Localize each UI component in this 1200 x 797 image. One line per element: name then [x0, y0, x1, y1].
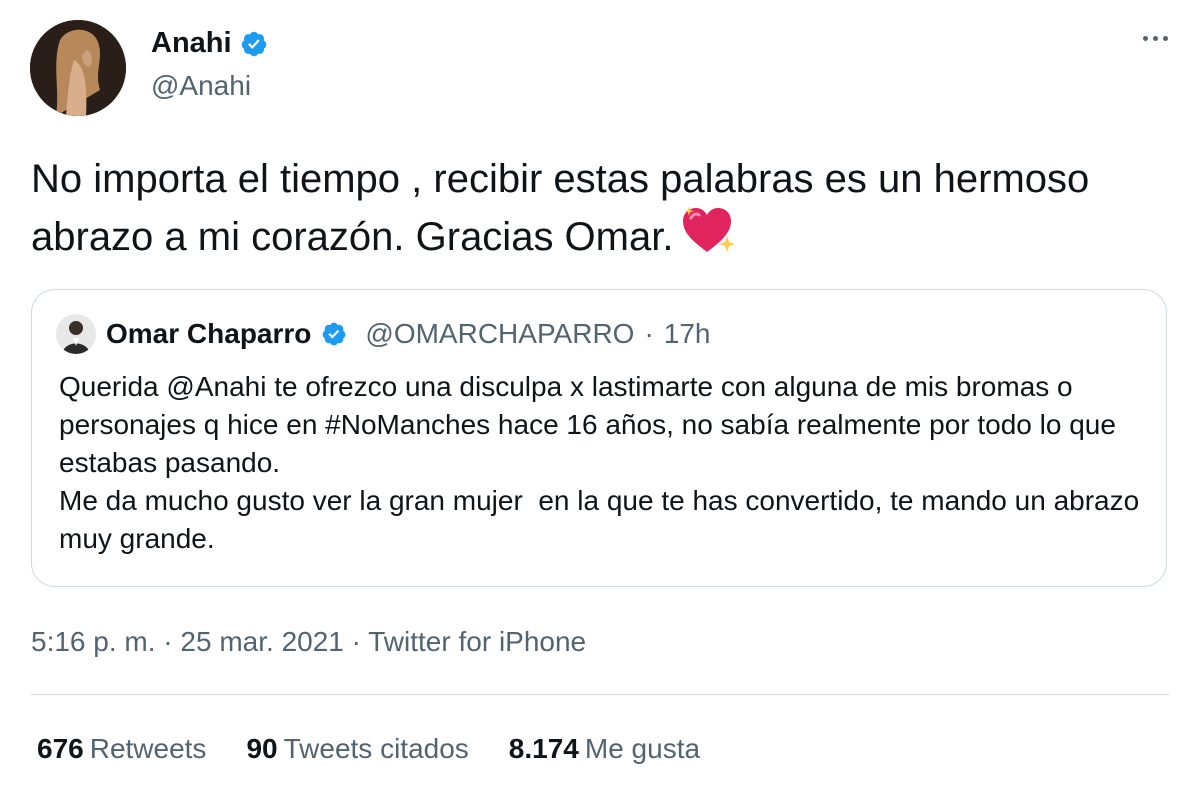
dot-icon: [1143, 36, 1148, 41]
quoted-tweet-header: Omar Chaparro @OMARCHAPARRO · 17h: [56, 314, 711, 354]
quoted-author-handle[interactable]: @OMARCHAPARRO: [365, 318, 634, 350]
tweet-stats: 676 Retweets 90 Tweets citados 8.174 Me gus…: [37, 733, 700, 765]
quoted-tweet-card[interactable]: Omar Chaparro @OMARCHAPARRO · 17h Querid…: [31, 289, 1167, 587]
likes-stat[interactable]: 8.174 Me gusta: [509, 733, 700, 765]
quoted-time[interactable]: 17h: [664, 318, 711, 350]
author-name[interactable]: Anahi: [151, 27, 232, 60]
likes-label: Me gusta: [584, 733, 701, 764]
quoted-author-avatar[interactable]: [56, 314, 96, 354]
quoted-author-name[interactable]: Omar Chaparro: [106, 318, 311, 350]
retweets-stat[interactable]: 676 Retweets: [37, 733, 206, 765]
retweets-label: Retweets: [89, 733, 207, 764]
sparkling-heart-icon: [681, 206, 737, 270]
tweet-date-link[interactable]: 25 mar. 2021: [180, 626, 343, 657]
quoted-tweet-text: Querida @Anahi te ofrezco una disculpa x…: [59, 371, 1140, 554]
retweets-count: 676: [37, 733, 84, 764]
quote-tweets-stat[interactable]: 90 Tweets citados: [246, 733, 468, 765]
meta-separator: ·: [351, 626, 361, 657]
dot-icon: [1163, 36, 1168, 41]
author-name-row[interactable]: Anahi: [151, 27, 268, 60]
tweet-text: No importa el tiempo , recibir estas pal…: [31, 152, 1151, 270]
divider: [31, 694, 1169, 695]
quote-tweets-label: Tweets citados: [283, 733, 469, 764]
tweet-time-link[interactable]: 5:16 p. m.: [31, 626, 156, 657]
dot-icon: [1153, 36, 1158, 41]
tweet-source-link[interactable]: Twitter for iPhone: [368, 626, 586, 657]
meta-separator: ·: [163, 626, 173, 657]
meta-separator: ·: [644, 318, 654, 349]
verified-badge-icon: [321, 321, 347, 347]
author-handle[interactable]: @Anahi: [151, 70, 251, 102]
verified-badge-icon: [240, 30, 268, 58]
tweet-body: No importa el tiempo , recibir estas pal…: [31, 157, 1090, 259]
more-options-icon[interactable]: [1143, 36, 1168, 41]
likes-count: 8.174: [508, 733, 579, 764]
quote-tweets-count: 90: [246, 733, 278, 764]
author-avatar[interactable]: [30, 20, 126, 116]
tweet-meta: 5:16 p. m. · 25 mar. 2021 · Twitter for …: [31, 626, 586, 658]
